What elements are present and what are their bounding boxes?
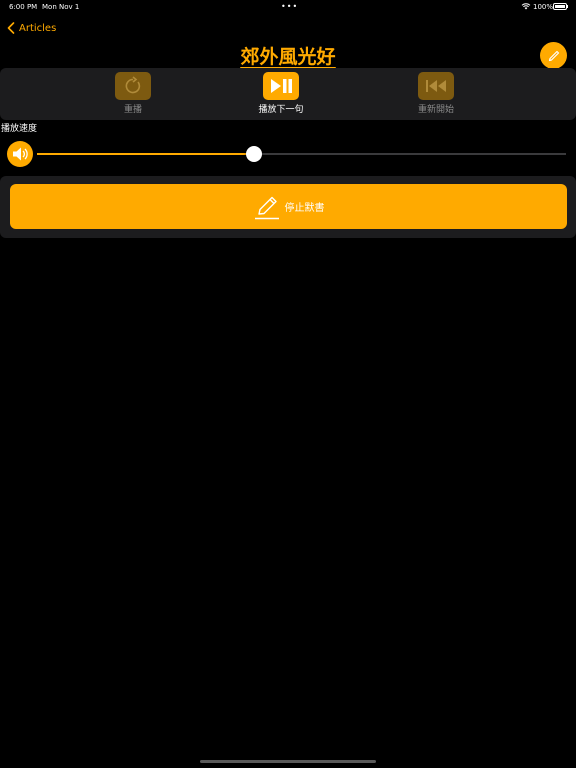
rewind-to-start-icon (426, 80, 446, 92)
battery-icon (553, 3, 567, 10)
status-bar: 6:00 PM Mon Nov 1 ••• 100% (0, 0, 576, 14)
stop-dictation-button[interactable]: 停止默書 (10, 184, 567, 229)
play-next-sentence-label: 播放下一句 (258, 105, 304, 115)
restart-button[interactable]: 重新開始 (396, 72, 476, 115)
play-pause-icon (271, 79, 292, 93)
stop-dictation-panel: 停止默書 (0, 176, 576, 238)
playback-control-panel: 重播 播放下一句 重新開始 (0, 68, 576, 120)
speaker-button[interactable] (7, 141, 33, 167)
back-button-label: Articles (19, 22, 57, 34)
replay-button-box (115, 72, 151, 100)
speaker-icon (13, 147, 28, 161)
speed-slider-thumb[interactable] (245, 146, 262, 162)
replay-label: 重播 (123, 105, 142, 115)
multitasking-dots-icon[interactable]: ••• (281, 2, 298, 11)
playback-speed-label: 播放速度 (1, 124, 38, 134)
edit-button[interactable] (540, 42, 567, 69)
page-title: 郊外風光好 (240, 46, 336, 68)
restart-label: 重新開始 (417, 105, 454, 115)
battery-tip (567, 5, 568, 8)
battery-percentage: 100% (533, 3, 554, 11)
chevron-left-icon (7, 22, 15, 34)
pencil-icon (254, 196, 279, 219)
replay-button[interactable]: 重播 (93, 72, 173, 115)
back-button[interactable]: Articles (7, 19, 56, 37)
home-indicator (200, 760, 376, 763)
status-date: Mon Nov 1 (42, 3, 80, 11)
restart-button-box (418, 72, 454, 100)
wifi-icon (521, 3, 531, 10)
speed-slider-fill (37, 153, 254, 155)
status-time: 6:00 PM (9, 3, 38, 11)
play-next-sentence-button[interactable]: 播放下一句 (241, 72, 321, 115)
play-next-sentence-button-box (263, 72, 299, 100)
pencil-icon (548, 50, 559, 61)
speed-slider[interactable] (37, 146, 566, 162)
stop-dictation-label: 停止默書 (284, 203, 325, 214)
replay-icon (125, 76, 141, 94)
